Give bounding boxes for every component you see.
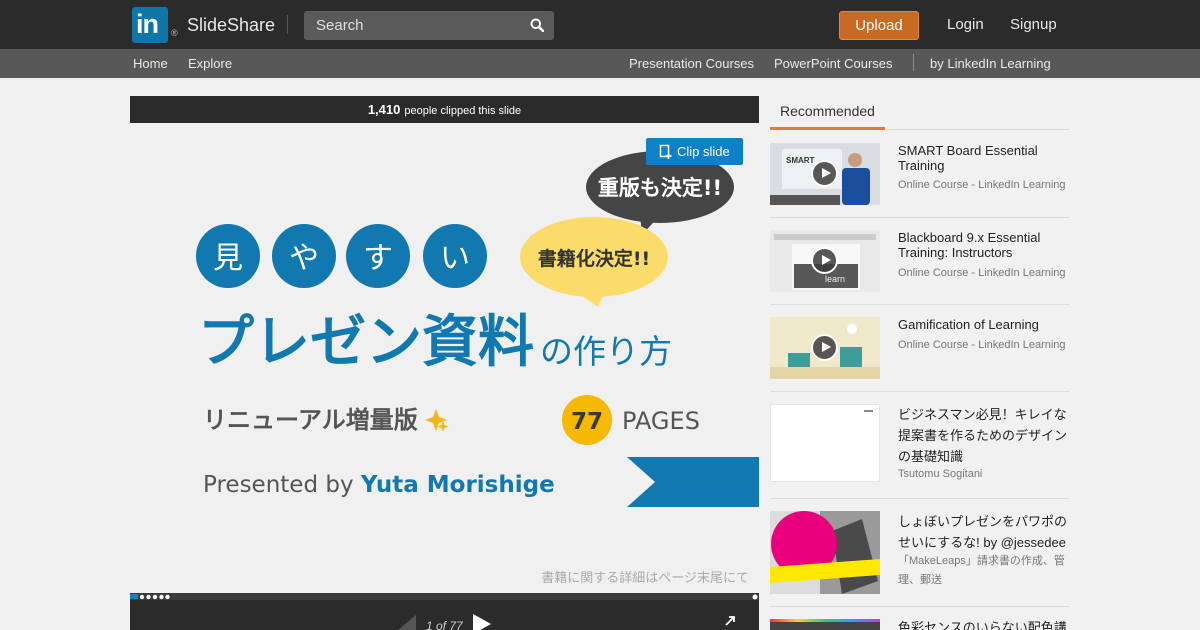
circle-char-1: 見: [213, 241, 243, 276]
thumbnail-business-proposal[interactable]: [770, 404, 880, 482]
thumbnail-powerpoint-talk[interactable]: [770, 511, 880, 594]
nav-linkedin-learning[interactable]: by LinkedIn Learning: [930, 56, 1051, 71]
nav-home[interactable]: Home: [133, 56, 168, 71]
search-placeholder: Search: [316, 17, 364, 34]
svg-text:learn: learn: [825, 274, 845, 284]
brand-name[interactable]: SlideShare: [187, 15, 275, 36]
blue-ribbon: [627, 457, 759, 507]
play-icon[interactable]: [811, 160, 838, 187]
recommended-item[interactable]: Gamification of Learning Online Course -…: [770, 305, 1069, 392]
registered-mark: ®: [171, 28, 178, 38]
recommended-title[interactable]: しょぼいプレゼンをパワポのせいにするな! by @jessedee: [898, 511, 1068, 553]
clip-count: 1,410: [367, 102, 401, 117]
previous-slide-icon[interactable]: [398, 615, 417, 630]
recommended-title[interactable]: Gamification of Learning: [898, 317, 1068, 332]
search-input[interactable]: Search: [304, 11, 554, 40]
slide-progress-bar[interactable]: [130, 593, 759, 600]
circle-char-2: や: [289, 241, 319, 276]
tab-recommended[interactable]: Recommended: [780, 103, 875, 119]
slide-footnote: 書籍に関する詳細はページ末尾にて: [541, 570, 749, 586]
clip-slide-label: Clip slide: [677, 144, 730, 159]
slide-controls: 1 of 77: [130, 600, 759, 630]
search-icon[interactable]: [530, 18, 544, 32]
yellow-bubble-text: 書籍化決定!!: [538, 247, 650, 270]
presented-by-label: Presented by: [203, 472, 361, 498]
play-icon[interactable]: [811, 247, 838, 274]
yellow-bubble-tail: [575, 291, 605, 307]
thumbnail-color-course[interactable]: [770, 619, 880, 630]
recommended-item[interactable]: 色彩センスのいらない配色講座: [770, 607, 1069, 630]
slide-progress-dots: [139, 594, 758, 600]
recommended-item[interactable]: learn Blackboard 9.x Essential Training:…: [770, 218, 1069, 305]
sub-navigation: Home Explore Presentation Courses PowerP…: [0, 49, 1200, 78]
clip-slide-button[interactable]: Clip slide: [646, 138, 743, 165]
powerpoint-thumbnail-art: [770, 511, 880, 594]
header-divider: [287, 15, 288, 34]
page-indicator: 1 of 77: [426, 619, 463, 630]
recommended-title[interactable]: 色彩センスのいらない配色講座: [898, 617, 1068, 630]
fullscreen-icon[interactable]: [720, 616, 736, 630]
recommended-subtitle: Online Course - LinkedIn Learning: [898, 179, 1066, 191]
svg-text:SMART: SMART: [786, 156, 815, 165]
recommended-subtitle: Online Course - LinkedIn Learning: [898, 339, 1066, 351]
recommended-item[interactable]: SMART SMART Board Essential Training Onl…: [770, 130, 1069, 218]
thumbnail-mark: [864, 410, 873, 412]
pages-label: PAGES: [622, 407, 700, 435]
slide-subtitle: リニューアル増量版: [203, 406, 418, 434]
nav-explore[interactable]: Explore: [188, 56, 232, 71]
clip-count-bar: 1,410 people clipped this slide: [130, 96, 759, 123]
linkedin-logo[interactable]: in: [132, 7, 168, 43]
recommended-title[interactable]: Blackboard 9.x Essential Training: Instr…: [898, 230, 1068, 260]
signup-link[interactable]: Signup: [1010, 16, 1057, 33]
svg-text:Presented by Yuta Morishige: Presented by Yuta Morishige: [203, 472, 555, 498]
recommended-title[interactable]: ビジネスマン必見！キレイな提案書を作るためのデザインの基礎知識: [898, 404, 1068, 467]
top-header: in ® SlideShare Search Upload Login Sign…: [0, 0, 1200, 49]
pages-number: 77: [571, 409, 603, 435]
recommended-subtitle: Online Course - LinkedIn Learning: [898, 267, 1066, 279]
thumbnail-color-strip: [770, 619, 880, 622]
circle-char-3: す: [363, 241, 393, 276]
recommended-subtitle: 「MakeLeaps」請求書の作成、管理、郵送: [898, 555, 1065, 586]
circle-char-4: い: [440, 241, 470, 276]
upload-button[interactable]: Upload: [839, 11, 919, 40]
recommended-subtitle: Tsutomu Sogitani: [898, 468, 983, 480]
slide-artwork: 重版も決定!! 書籍化決定!! 見 や す い プレゼン資料 の作り方 リニュー…: [196, 151, 759, 586]
logo-text: in: [136, 9, 159, 39]
slide-viewer[interactable]: 重版も決定!! 書籍化決定!! 見 や す い プレゼン資料 の作り方 リニュー…: [130, 123, 759, 593]
author-name: Yuta Morishige: [360, 472, 555, 498]
recommended-title[interactable]: SMART Board Essential Training: [898, 143, 1068, 173]
recommended-item[interactable]: ビジネスマン必見！キレイな提案書を作るためのデザインの基礎知識 Tsutomu …: [770, 392, 1069, 499]
dark-bubble-text: 重版も決定!!: [598, 176, 722, 200]
next-slide-icon[interactable]: [473, 614, 491, 630]
slide-title-suffix: の作り方: [540, 332, 672, 371]
clip-text: people clipped this slide: [404, 105, 522, 117]
recommended-item[interactable]: しょぼいプレゼンをパワポのせいにするな! by @jessedee 「MakeL…: [770, 499, 1069, 607]
nav-divider: [913, 54, 914, 71]
play-icon[interactable]: [811, 334, 838, 361]
nav-presentation-courses[interactable]: Presentation Courses: [629, 56, 754, 71]
nav-powerpoint-courses[interactable]: PowerPoint Courses: [774, 56, 893, 71]
login-link[interactable]: Login: [947, 16, 984, 33]
clip-icon: [659, 144, 672, 159]
slide-title-main: プレゼン資料: [198, 310, 534, 375]
